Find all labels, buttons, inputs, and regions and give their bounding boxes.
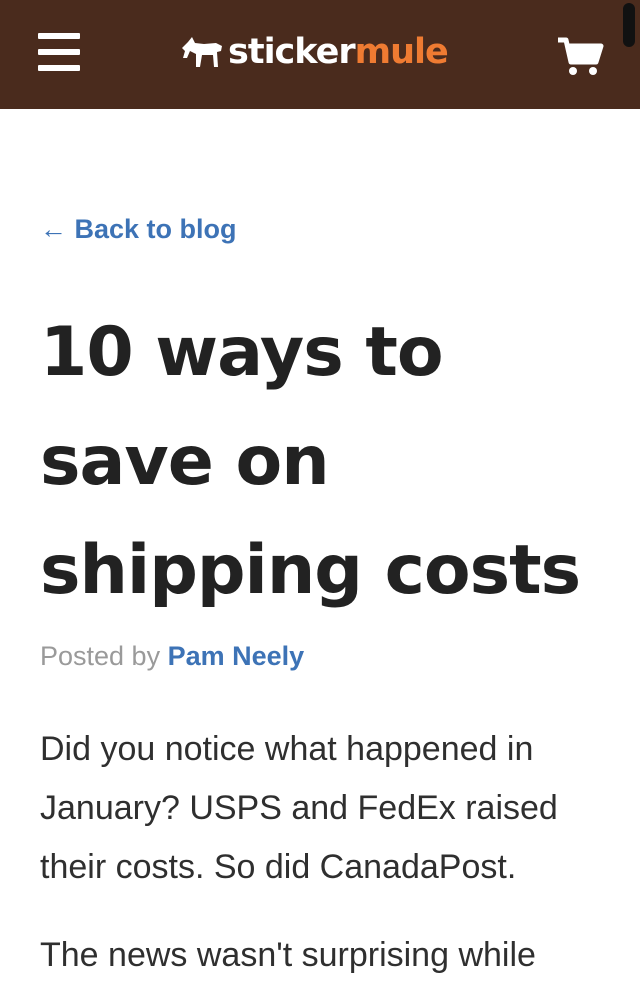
mule-icon <box>182 37 222 67</box>
scrollbar-thumb[interactable] <box>623 3 635 47</box>
logo-wordmark: stickermule <box>228 30 449 74</box>
article-paragraph: Did you notice what happened in January?… <box>40 730 558 886</box>
back-to-blog-link[interactable]: ← Back to blog <box>40 211 237 247</box>
cart-icon[interactable] <box>556 36 604 78</box>
byline-prefix: Posted by <box>40 641 161 671</box>
author-link[interactable]: Pam Neely <box>168 641 305 671</box>
hamburger-icon[interactable] <box>38 33 80 73</box>
top-navigation-bar: stickermule <box>0 0 640 109</box>
article-byline: Posted by Pam Neely <box>40 638 304 674</box>
article-title: 10 ways to save on shipping costs <box>40 313 581 610</box>
article-paragraph-partial: The news wasn't surprising while <box>40 936 536 974</box>
logo-word-mule: mule <box>354 32 449 72</box>
logo-word-sticker: sticker <box>228 32 356 72</box>
sticker-mule-logo[interactable]: stickermule <box>180 30 449 74</box>
